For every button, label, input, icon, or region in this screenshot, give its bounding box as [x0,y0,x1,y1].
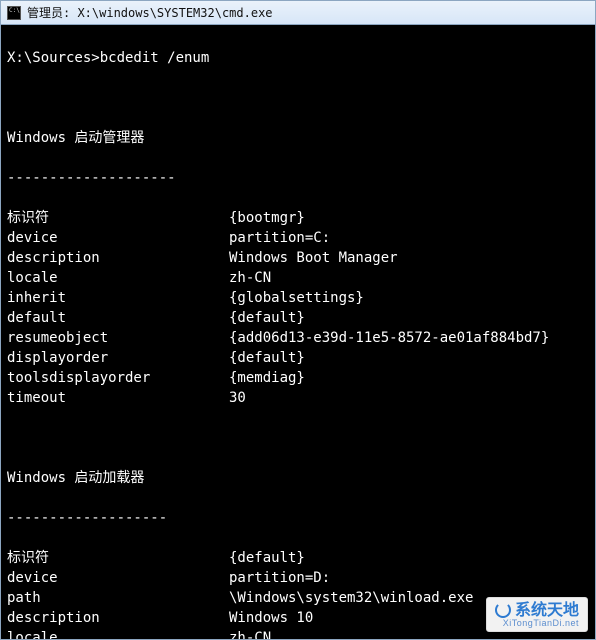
kv-row: 标识符{bootmgr} [7,208,589,228]
kv-key: resumeobject [7,328,229,348]
kv-key: locale [7,628,229,639]
divider: -------------------- [7,168,589,188]
kv-key: description [7,248,229,268]
kv-value: partition=C: [229,228,330,248]
kv-row: displayorder{default} [7,348,589,368]
kv-key: toolsdisplayorder [7,368,229,388]
kv-key: device [7,228,229,248]
kv-key: default [7,308,229,328]
kv-row: descriptionWindows Boot Manager [7,248,589,268]
prompt: X:\Sources> [7,48,100,68]
kv-value: {default} [229,548,305,568]
kv-value: zh-CN [229,628,271,639]
kv-key: 标识符 [7,208,229,228]
kv-key: 标识符 [7,548,229,568]
watermark-badge: 系统天地 XiTongTianDi.net [486,597,588,632]
kv-row: localezh-CN [7,268,589,288]
kv-key: device [7,568,229,588]
kv-value: zh-CN [229,268,271,288]
title-bar[interactable]: 管理员: X:\windows\SYSTEM32\cmd.exe [1,1,595,25]
kv-row: 标识符{default} [7,548,589,568]
kv-row: devicepartition=C: [7,228,589,248]
kv-key: path [7,588,229,608]
divider: ------------------- [7,508,589,528]
kv-key: description [7,608,229,628]
section-header: Windows 启动管理器 [7,128,589,148]
kv-row: devicepartition=D: [7,568,589,588]
section-header: Windows 启动加载器 [7,468,589,488]
window-title: 管理员: X:\windows\SYSTEM32\cmd.exe [27,4,273,21]
kv-value: {memdiag} [229,368,305,388]
brand-url: XiTongTianDi.net [495,619,579,629]
kv-key: timeout [7,388,229,408]
kv-key: displayorder [7,348,229,368]
kv-row: default{default} [7,308,589,328]
kv-row: toolsdisplayorder{memdiag} [7,368,589,388]
kv-value: {bootmgr} [229,208,305,228]
kv-row: resumeobject{add06d13-e39d-11e5-8572-ae0… [7,328,589,348]
cmd-icon [7,6,21,20]
cmd-window: 管理员: X:\windows\SYSTEM32\cmd.exe X:\Sour… [0,0,596,640]
swirl-icon [495,602,511,618]
brand-name: 系统天地 [515,602,579,619]
kv-row: inherit{globalsettings} [7,288,589,308]
kv-value: partition=D: [229,568,330,588]
kv-value: Windows 10 [229,608,313,628]
kv-value: {globalsettings} [229,288,364,308]
kv-value: 30 [229,388,246,408]
kv-value: {default} [229,348,305,368]
kv-row: timeout30 [7,388,589,408]
kv-key: locale [7,268,229,288]
kv-value: {default} [229,308,305,328]
command-text: bcdedit /enum [100,48,210,68]
kv-value: \Windows\system32\winload.exe [229,588,473,608]
console-output[interactable]: X:\Sources>bcdedit /enum Windows 启动管理器 -… [1,25,595,639]
kv-value: Windows Boot Manager [229,248,398,268]
kv-value: {add06d13-e39d-11e5-8572-ae01af884bd7} [229,328,549,348]
kv-key: inherit [7,288,229,308]
